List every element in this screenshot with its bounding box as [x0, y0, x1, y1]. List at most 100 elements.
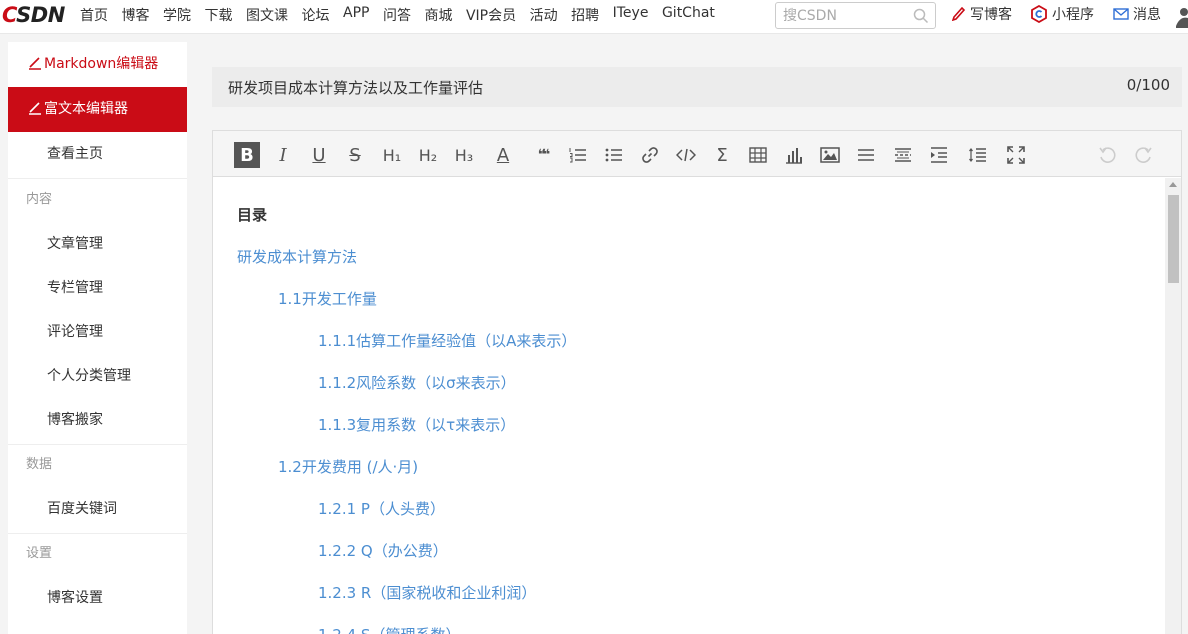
bold-button[interactable]: B: [234, 142, 260, 168]
csdn-logo[interactable]: CSDN: [2, 3, 65, 27]
avatar[interactable]: [1176, 6, 1188, 28]
toc-link[interactable]: 1.2.3 R（国家税收和企业利润）: [318, 582, 536, 603]
italic-button[interactable]: I: [270, 142, 296, 168]
nav-link-iteye[interactable]: ITeye: [613, 5, 649, 25]
image-button[interactable]: [817, 142, 843, 168]
page-break-button[interactable]: [890, 142, 916, 168]
sidebar-item-column-manage[interactable]: 专栏管理: [8, 266, 187, 310]
undo-icon: [1099, 147, 1116, 163]
toc-link[interactable]: 1.1.3复用系数（以τ来表示）: [318, 414, 515, 435]
pen-icon: [29, 102, 41, 115]
heading1-button[interactable]: H₁: [379, 142, 405, 168]
nav-link-qa[interactable]: 问答: [383, 5, 411, 25]
underline-button[interactable]: U: [306, 142, 332, 168]
code-icon: [676, 148, 696, 162]
page-break-icon: [895, 148, 911, 162]
editor-content-area[interactable]: 目录 研发成本计算方法 1.1开发工作量 1.1.1估算工作量经验值（以A来表示…: [213, 178, 1165, 634]
line-height-button[interactable]: [965, 142, 991, 168]
messages-label: 消息: [1133, 7, 1161, 23]
link-button[interactable]: [637, 142, 663, 168]
write-blog-label: 写博客: [970, 7, 1012, 23]
sidebar-item-baidu-keywords[interactable]: 百度关键词: [8, 487, 187, 531]
sidebar-item-blog-settings[interactable]: 博客设置: [8, 576, 187, 620]
article-title-input[interactable]: 研发项目成本计算方法以及工作量评估: [228, 77, 483, 98]
ordered-list-button[interactable]: [565, 142, 591, 168]
sidebar-item-category-manage[interactable]: 个人分类管理: [8, 354, 187, 398]
chart-button[interactable]: [781, 142, 807, 168]
sidebar: Markdown编辑器 富文本编辑器 查看主页 内容 文章管理 专栏管理 评论管…: [8, 42, 187, 634]
ordered-list-icon: [569, 148, 586, 163]
divider: [8, 178, 187, 179]
toc-link[interactable]: 1.1.1估算工作量经验值（以A来表示）: [318, 330, 576, 351]
mini-program-link[interactable]: 小程序: [1030, 4, 1094, 24]
main-nav-links: 首页 博客 学院 下载 图文课 论坛 APP 问答 商城 VIP会员 活动 招聘…: [80, 5, 728, 25]
sidebar-item-label: Markdown编辑器: [44, 56, 159, 72]
sidebar-section-settings: 设置: [26, 546, 53, 561]
sidebar-item-blog-move[interactable]: 博客搬家: [8, 398, 187, 442]
toc-link[interactable]: 1.2开发费用 (/人·月): [278, 456, 418, 477]
heading2-button[interactable]: H₂: [415, 142, 441, 168]
code-button[interactable]: [673, 142, 699, 168]
quote-button[interactable]: ❝❝: [529, 142, 555, 168]
table-button[interactable]: [745, 142, 771, 168]
fullscreen-icon: [1007, 146, 1025, 164]
table-icon: [749, 147, 767, 163]
horizontal-rule-icon: [858, 149, 874, 161]
sidebar-item-view-home[interactable]: 查看主页: [8, 132, 187, 176]
nav-link-blog[interactable]: 博客: [122, 5, 150, 25]
rich-text-editor: B I U S H₁ H₂ H₃ A ❝❝ Σ 目录 研发成本计算方法 1.1开…: [212, 130, 1182, 634]
title-char-counter: 0/100: [1126, 76, 1170, 94]
horizontal-rule-button[interactable]: [853, 142, 879, 168]
fullscreen-button[interactable]: [1003, 142, 1029, 168]
nav-link-forum[interactable]: 论坛: [302, 5, 330, 25]
line-height-icon: [969, 148, 986, 162]
sidebar-item-richtext-editor[interactable]: 富文本编辑器: [8, 87, 187, 132]
nav-link-academy[interactable]: 学院: [163, 5, 191, 25]
nav-link-app[interactable]: APP: [343, 5, 369, 25]
nav-link-jobs[interactable]: 招聘: [571, 5, 599, 25]
article-title-field[interactable]: 研发项目成本计算方法以及工作量评估 0/100: [212, 67, 1182, 107]
sidebar-item-article-manage[interactable]: 文章管理: [8, 222, 187, 266]
toc-link[interactable]: 1.2.4 S（管理系数）: [318, 624, 460, 634]
toc-link[interactable]: 1.1.2风险系数（以σ来表示）: [318, 372, 516, 393]
redo-button[interactable]: [1131, 142, 1157, 168]
sidebar-item-label: 富文本编辑器: [44, 101, 128, 117]
nav-link-graphic-course[interactable]: 图文课: [246, 5, 288, 25]
formula-button[interactable]: Σ: [709, 142, 735, 168]
nav-link-home[interactable]: 首页: [80, 5, 108, 25]
scroll-up-arrow-icon[interactable]: [1169, 182, 1177, 187]
indent-button[interactable]: [926, 142, 952, 168]
nav-link-download[interactable]: 下载: [205, 5, 233, 25]
indent-icon: [931, 147, 947, 163]
toc-link[interactable]: 1.2.1 P（人头费）: [318, 498, 445, 519]
search-input[interactable]: [783, 6, 903, 25]
sidebar-item-comment-manage[interactable]: 评论管理: [8, 310, 187, 354]
toc-link[interactable]: 1.2.2 Q（办公费）: [318, 540, 448, 561]
undo-button[interactable]: [1094, 142, 1120, 168]
sidebar-section-data: 数据: [26, 457, 53, 472]
scrollbar-thumb[interactable]: [1168, 195, 1179, 283]
messages-link[interactable]: 消息: [1113, 4, 1161, 24]
toc-link[interactable]: 研发成本计算方法: [237, 246, 357, 267]
nav-link-mall[interactable]: 商城: [424, 5, 452, 25]
sidebar-item-markdown-editor[interactable]: Markdown编辑器: [8, 42, 187, 86]
nav-link-gitchat[interactable]: GitChat: [662, 5, 715, 25]
search-icon[interactable]: [912, 7, 930, 25]
mail-icon: [1113, 8, 1129, 20]
nav-link-events[interactable]: 活动: [530, 5, 558, 25]
nav-link-vip[interactable]: VIP会员: [466, 5, 516, 25]
write-blog-link[interactable]: 写博客: [952, 4, 1012, 24]
editor-scrollbar[interactable]: [1165, 178, 1181, 634]
heading3-button[interactable]: H₃: [451, 142, 477, 168]
strikethrough-button[interactable]: S: [342, 142, 368, 168]
sidebar-section-content: 内容: [26, 192, 53, 207]
pen-icon: [29, 57, 41, 70]
toc-link[interactable]: 1.1开发工作量: [278, 288, 377, 309]
bar-chart-icon: [786, 148, 802, 164]
redo-icon: [1135, 147, 1152, 163]
mini-program-label: 小程序: [1052, 7, 1094, 23]
mini-program-icon: [1031, 5, 1047, 23]
bullet-list-button[interactable]: [601, 142, 627, 168]
font-color-button[interactable]: A: [490, 142, 516, 168]
toc-title: 目录: [237, 206, 268, 224]
